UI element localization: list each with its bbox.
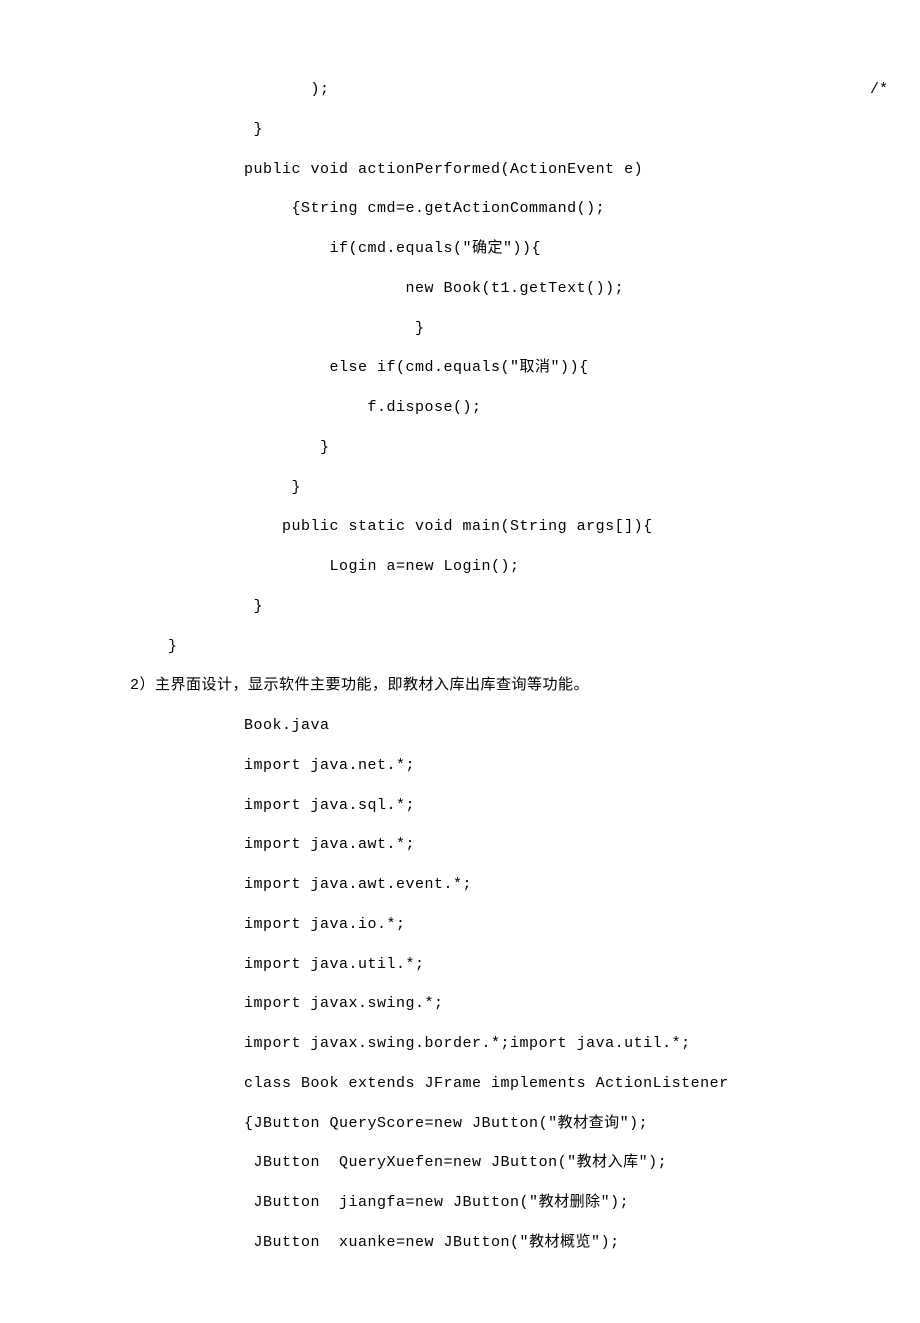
code-line: import java.awt.*; (130, 825, 790, 865)
code-line: import java.net.*; (130, 746, 790, 786)
code-line: public void actionPerformed(ActionEvent … (130, 150, 790, 190)
code-line: } (130, 428, 790, 468)
code-line: Login a=new Login(); (130, 547, 790, 587)
code-line: if(cmd.equals("确定")){ (130, 229, 790, 269)
code-line: class Book extends JFrame implements Act… (130, 1064, 790, 1104)
code-line: public static void main(String args[]){ (130, 507, 790, 547)
code-line: } (130, 587, 790, 627)
document-content: ); } public void actionPerformed(ActionE… (130, 70, 790, 1263)
code-line: new Book(t1.getText()); (130, 269, 790, 309)
code-line: } (130, 627, 790, 667)
code-line: JButton QueryXuefen=new JButton("教材入库"); (130, 1143, 790, 1183)
code-line: import javax.swing.*; (130, 984, 790, 1024)
code-line: import java.util.*; (130, 945, 790, 985)
code-line: } (130, 110, 790, 150)
code-line: JButton jiangfa=new JButton("教材删除"); (130, 1183, 790, 1223)
code-line: import javax.swing.border.*;import java.… (130, 1024, 790, 1064)
code-line: {JButton QueryScore=new JButton("教材查询"); (130, 1104, 790, 1144)
code-line: JButton xuanke=new JButton("教材概览"); (130, 1223, 790, 1263)
comment-marker: /* (870, 70, 888, 110)
code-line: ); (130, 70, 790, 110)
code-line: } (130, 468, 790, 508)
code-line: {String cmd=e.getActionCommand(); (130, 189, 790, 229)
code-line: else if(cmd.equals("取消")){ (130, 348, 790, 388)
code-line: Book.java (130, 706, 790, 746)
code-line: f.dispose(); (130, 388, 790, 428)
section-heading: 2）主界面设计，显示软件主要功能，即教材入库出库查询等功能。 (130, 666, 790, 706)
code-line: import java.awt.event.*; (130, 865, 790, 905)
code-line: import java.sql.*; (130, 786, 790, 826)
code-line: } (130, 309, 790, 349)
code-line: import java.io.*; (130, 905, 790, 945)
